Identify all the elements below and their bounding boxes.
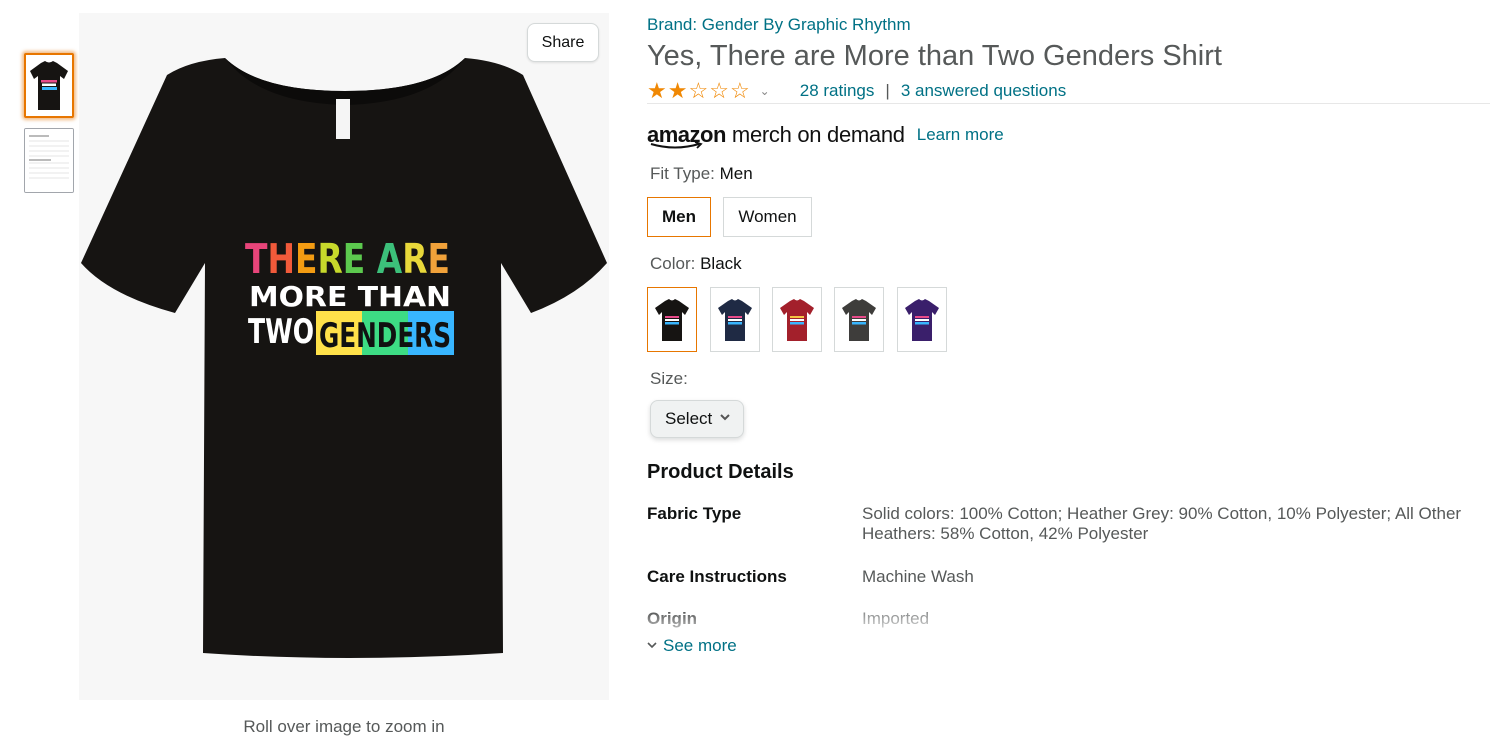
merch-on-demand-text: merch on demand: [731, 122, 905, 147]
color-value: Black: [700, 254, 742, 273]
star-rating[interactable]: ★ ★ ☆ ☆ ☆: [647, 80, 750, 102]
fit-option-women[interactable]: Women: [723, 197, 812, 237]
svg-text:TWO: TWO: [248, 312, 314, 352]
star-icon-1: ★: [647, 78, 667, 103]
ratings-count-link[interactable]: 28 ratings: [800, 81, 875, 101]
chevron-down-icon: [647, 641, 657, 652]
svg-text:MORE THAN: MORE THAN: [249, 280, 451, 313]
product-details-heading: Product Details: [647, 461, 794, 483]
svg-text:GENDERS: GENDERS: [319, 316, 451, 356]
separator: |: [885, 81, 890, 100]
svg-text:THERE ARE: THERE ARE: [245, 235, 450, 283]
thumbnail-size-chart[interactable]: [24, 128, 74, 193]
see-more-label: See more: [663, 636, 737, 655]
detail-key-care-instructions: Care Instructions: [647, 567, 787, 586]
color-swatch-black[interactable]: [647, 287, 697, 352]
answered-questions-link[interactable]: 3 answered questions: [901, 81, 1066, 101]
t-shirt-image: THERE ARE MORE THAN TWO GENDERS: [81, 58, 607, 658]
thumbnail-main[interactable]: [24, 53, 74, 118]
learn-more-link[interactable]: Learn more: [917, 125, 1004, 145]
star-icon-2: ★: [667, 78, 688, 103]
color-swatch-purple[interactable]: [897, 287, 947, 352]
color-swatch-cranberry[interactable]: [772, 287, 822, 352]
size-dropdown-value: Select: [665, 409, 713, 428]
product-title: Yes, There are More than Two Genders Shi…: [647, 40, 1222, 72]
share-button[interactable]: Share: [527, 23, 599, 62]
main-product-image[interactable]: THERE ARE MORE THAN TWO GENDERS: [79, 13, 609, 700]
color-label: Color: Black: [650, 254, 742, 273]
swatch-shirt-purple: [905, 298, 939, 341]
brand-link[interactable]: Brand: Gender By Graphic Rhythm: [647, 15, 911, 35]
star-icon-3: ☆: [688, 78, 709, 103]
detail-key-fabric-type: Fabric Type: [647, 504, 742, 523]
merch-on-demand-logo: amazon merch on demand: [647, 122, 905, 149]
detail-value-origin: Imported: [862, 609, 930, 628]
swatch-shirt-navy: [718, 298, 752, 341]
size-chart-image: [25, 129, 73, 192]
amazon-smile-icon: [650, 142, 703, 149]
size-label: Size:: [650, 369, 688, 388]
color-swatch-asphalt[interactable]: [834, 287, 884, 352]
fit-type-label: Fit Type: Men: [650, 164, 753, 183]
chevron-down-icon: [719, 410, 731, 426]
star-icon-4: ☆: [709, 78, 729, 103]
swatch-shirt-black: [655, 298, 689, 341]
thumbnail-shirt-image: [26, 55, 72, 116]
fit-option-men[interactable]: Men: [647, 197, 711, 237]
zoom-hint: Roll over image to zoom in: [243, 717, 445, 736]
detail-value-fabric-type: Solid colors: 100% Cotton; Heather Grey:…: [862, 504, 1462, 543]
star-icon-5: ☆: [729, 78, 750, 103]
divider: [647, 103, 1490, 104]
size-dropdown[interactable]: Select: [650, 400, 744, 438]
color-swatch-navy[interactable]: [710, 287, 760, 352]
swatch-shirt-asphalt: [842, 298, 876, 341]
fit-type-value: Men: [719, 164, 753, 183]
detail-value-care-instructions: Machine Wash: [862, 567, 974, 586]
rating-row: ★ ★ ☆ ☆ ☆ ⌄ 28 ratings | 3 answered ques…: [647, 78, 1066, 104]
see-more-link[interactable]: See more: [647, 636, 737, 656]
chevron-down-icon[interactable]: ⌄: [760, 84, 770, 98]
swatch-shirt-cranberry: [780, 298, 814, 341]
merch-on-demand-row: amazon merch on demand Learn more: [647, 120, 1004, 150]
detail-key-origin: Origin: [647, 609, 698, 628]
amazon-logo-text: amazon: [647, 122, 726, 149]
